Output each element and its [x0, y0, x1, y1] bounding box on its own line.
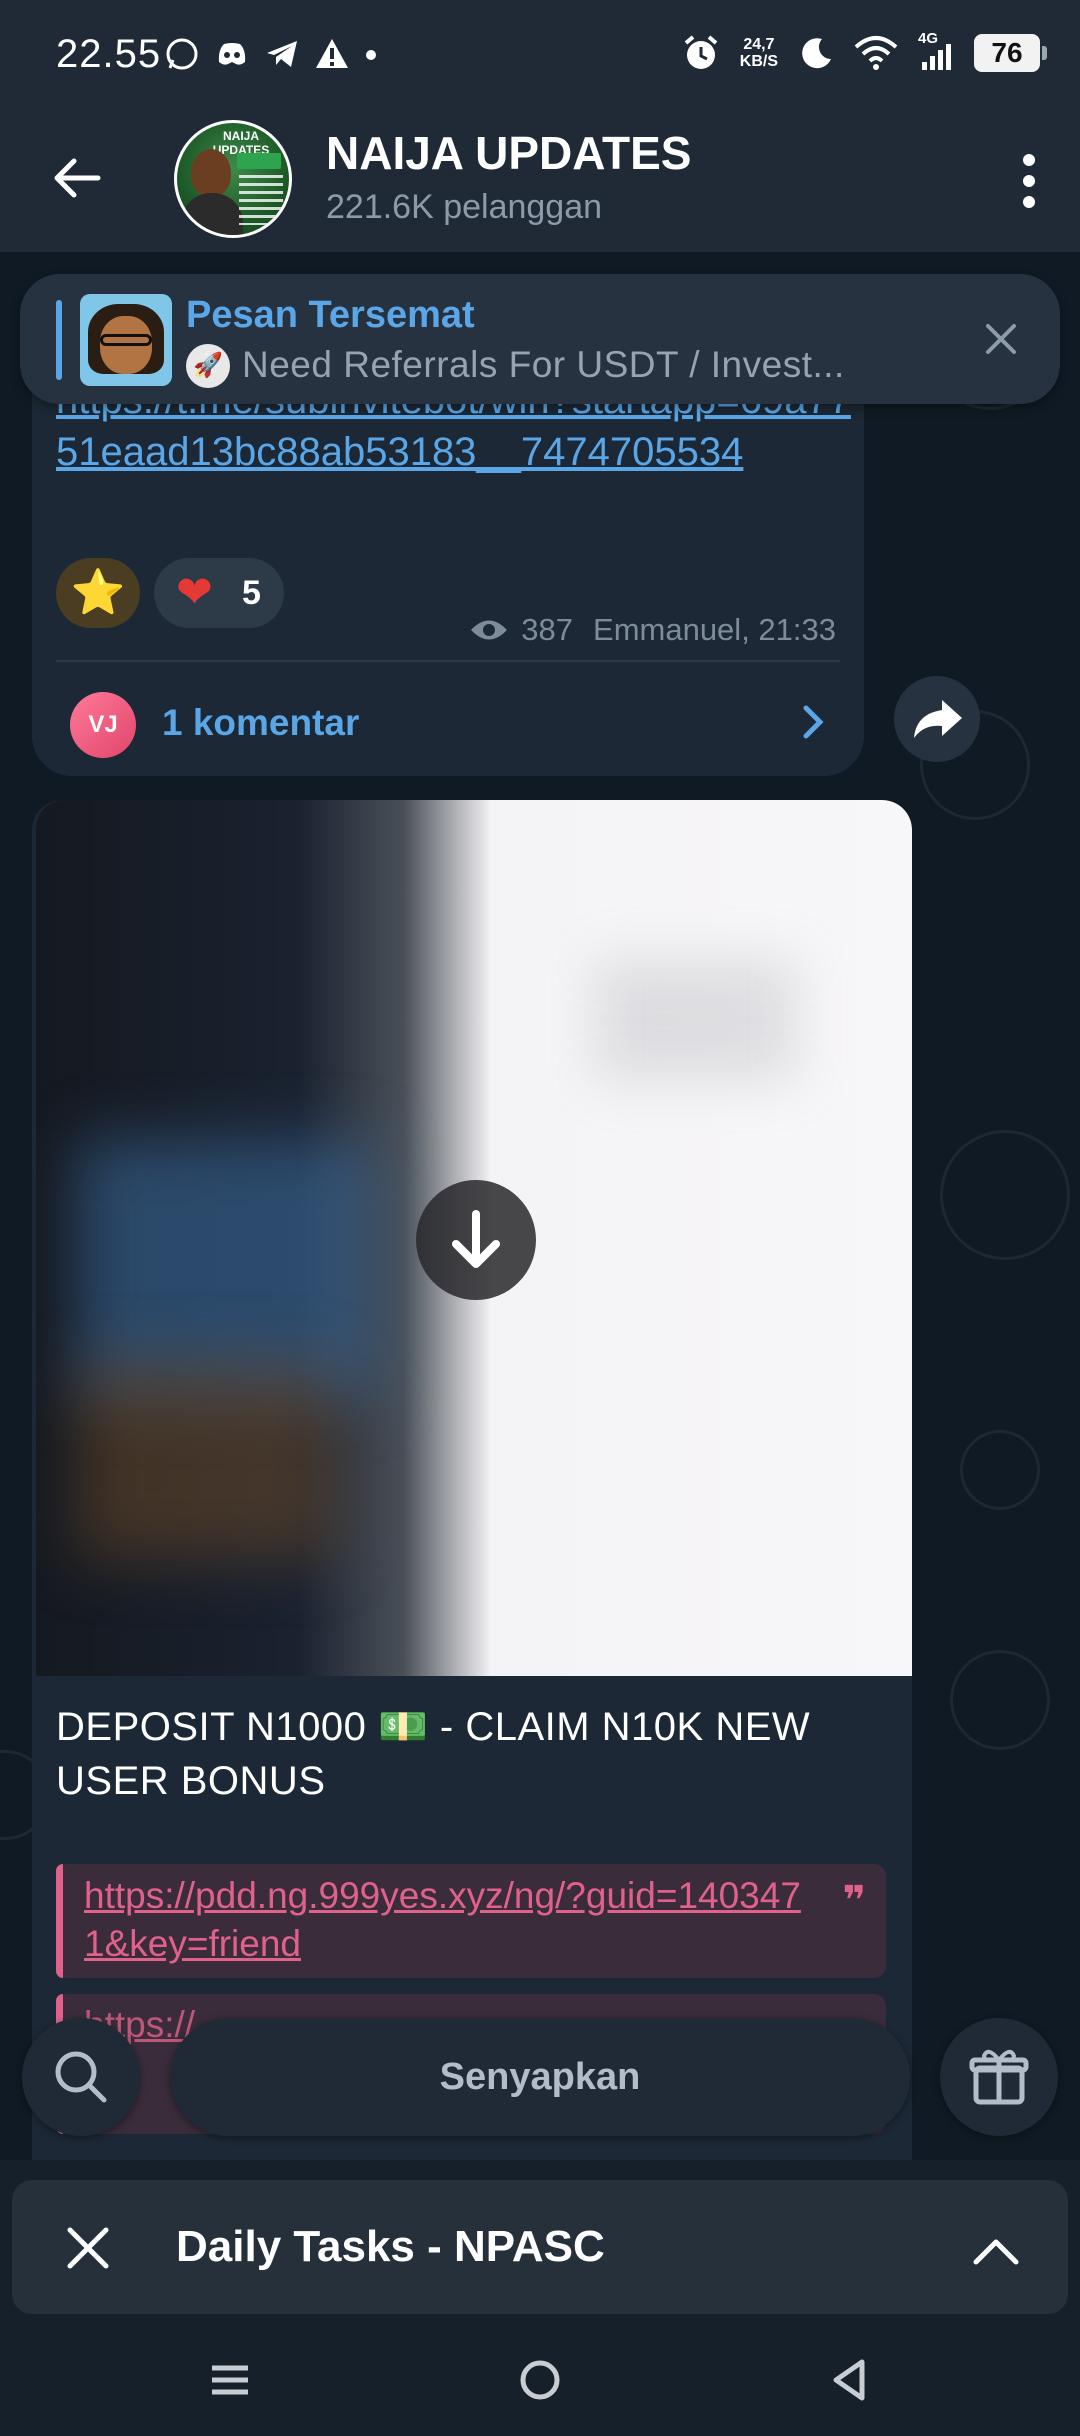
- share-arrow-icon: [914, 700, 962, 738]
- status-bar: 22.55 24,7 KB/S 4G 76: [0, 0, 1080, 110]
- commenter-avatar: VJ: [70, 692, 136, 758]
- message-meta: 387 Emmanuel, 21:33: [469, 612, 836, 648]
- mini-app-title: Daily Tasks - NPASC: [176, 2222, 605, 2271]
- net-speed-unit: KB/S: [739, 53, 778, 70]
- dot-icon: [366, 50, 376, 60]
- signal-icon: 4G: [918, 30, 954, 72]
- blurred-media[interactable]: [36, 800, 912, 1676]
- channel-title[interactable]: NAIJA UPDATES: [326, 126, 691, 180]
- author-time: Emmanuel, 21:33: [593, 612, 836, 647]
- avatar-banner: [237, 153, 281, 169]
- thumb-glasses: [100, 334, 152, 346]
- alert-icon: [316, 39, 348, 68]
- eye-icon: [471, 620, 508, 640]
- mute-button[interactable]: Senyapkan: [170, 2018, 910, 2136]
- mini-app-bar[interactable]: Daily Tasks - NPASC: [12, 2180, 1068, 2314]
- media-blur-3: [596, 960, 796, 1080]
- chevron-right-icon: [803, 705, 824, 739]
- gift-icon: [969, 2049, 1029, 2105]
- comments-button[interactable]: VJ 1 komentar: [32, 662, 864, 776]
- view-count: 387: [521, 612, 574, 647]
- search-icon: [55, 2051, 107, 2103]
- close-icon[interactable]: [58, 2218, 118, 2278]
- back-nav-icon[interactable]: [820, 2350, 880, 2410]
- subscriber-count: 221.6K pelanggan: [326, 188, 603, 226]
- wifi-icon: [854, 36, 898, 70]
- gift-button[interactable]: [940, 2018, 1058, 2136]
- search-button[interactable]: [22, 2018, 140, 2136]
- heart-count: 5: [242, 574, 261, 612]
- pinned-thumbnail: [80, 294, 172, 386]
- pinned-accent: [56, 300, 62, 380]
- notification-icons: [164, 36, 378, 72]
- recents-icon[interactable]: [200, 2350, 260, 2410]
- pinned-text: Need Referrals For USDT / Invest...: [242, 344, 845, 385]
- pinned-message-bar[interactable]: Pesan Tersemat 🚀 Need Referrals For USDT…: [20, 274, 1060, 404]
- avatar-face: [191, 149, 231, 197]
- telegram-icon: [267, 41, 297, 67]
- status-time: 22.55: [56, 32, 162, 76]
- pinned-title: Pesan Tersemat: [186, 294, 475, 336]
- chevron-up-icon[interactable]: [966, 2220, 1026, 2280]
- download-button[interactable]: [416, 1180, 536, 1300]
- share-button[interactable]: [894, 676, 980, 762]
- more-vert-icon[interactable]: [1004, 146, 1054, 216]
- rocket-icon: 🚀: [186, 344, 230, 388]
- net-speed: 24,7 KB/S: [740, 36, 778, 70]
- reaction-heart[interactable]: ❤ 5: [154, 558, 284, 628]
- chat-header: NAIJA UPDATES NAIJA UPDATES 221.6K pelan…: [0, 110, 1080, 252]
- comments-label: 1 komentar: [162, 702, 360, 743]
- channel-avatar[interactable]: NAIJA UPDATES: [174, 120, 292, 238]
- moon-icon: [802, 38, 831, 69]
- close-pinned-icon[interactable]: [978, 316, 1024, 362]
- message-caption: DEPOSIT N1000 💵 - CLAIM N10K NEW USER BO…: [56, 1705, 811, 1803]
- avatar-body: [181, 193, 243, 235]
- back-arrow-icon[interactable]: [48, 148, 108, 208]
- message-bubble: https://t.me/subinvitebot/win?startapp=6…: [32, 378, 864, 776]
- reaction-star[interactable]: ⭐: [56, 558, 140, 628]
- discord-icon: [218, 43, 246, 65]
- net-speed-value: 24,7: [743, 36, 775, 53]
- download-arrow-icon: [452, 1210, 500, 1268]
- heart-icon: ❤: [176, 568, 213, 617]
- quote-link[interactable]: https://pdd.ng.999yes.xyz/ng/?guid=14034…: [84, 1872, 804, 1968]
- alarm-icon: [684, 35, 718, 69]
- system-nav-bar: [0, 2330, 1080, 2436]
- whatsapp-icon: [166, 38, 198, 70]
- message-bubble-media: DEPOSIT N1000 💵 - CLAIM N10K NEW USER BO…: [32, 800, 912, 2160]
- media-blur-2: [76, 1360, 336, 1560]
- avatar-list: [239, 175, 283, 225]
- quote-icon: ❞: [842, 1879, 866, 1923]
- home-icon[interactable]: [510, 2350, 570, 2410]
- quote-block: https://pdd.ng.999yes.xyz/ng/?guid=14034…: [56, 1864, 886, 1978]
- battery-indicator: 76: [974, 34, 1047, 72]
- star-emoji: ⭐: [70, 568, 126, 617]
